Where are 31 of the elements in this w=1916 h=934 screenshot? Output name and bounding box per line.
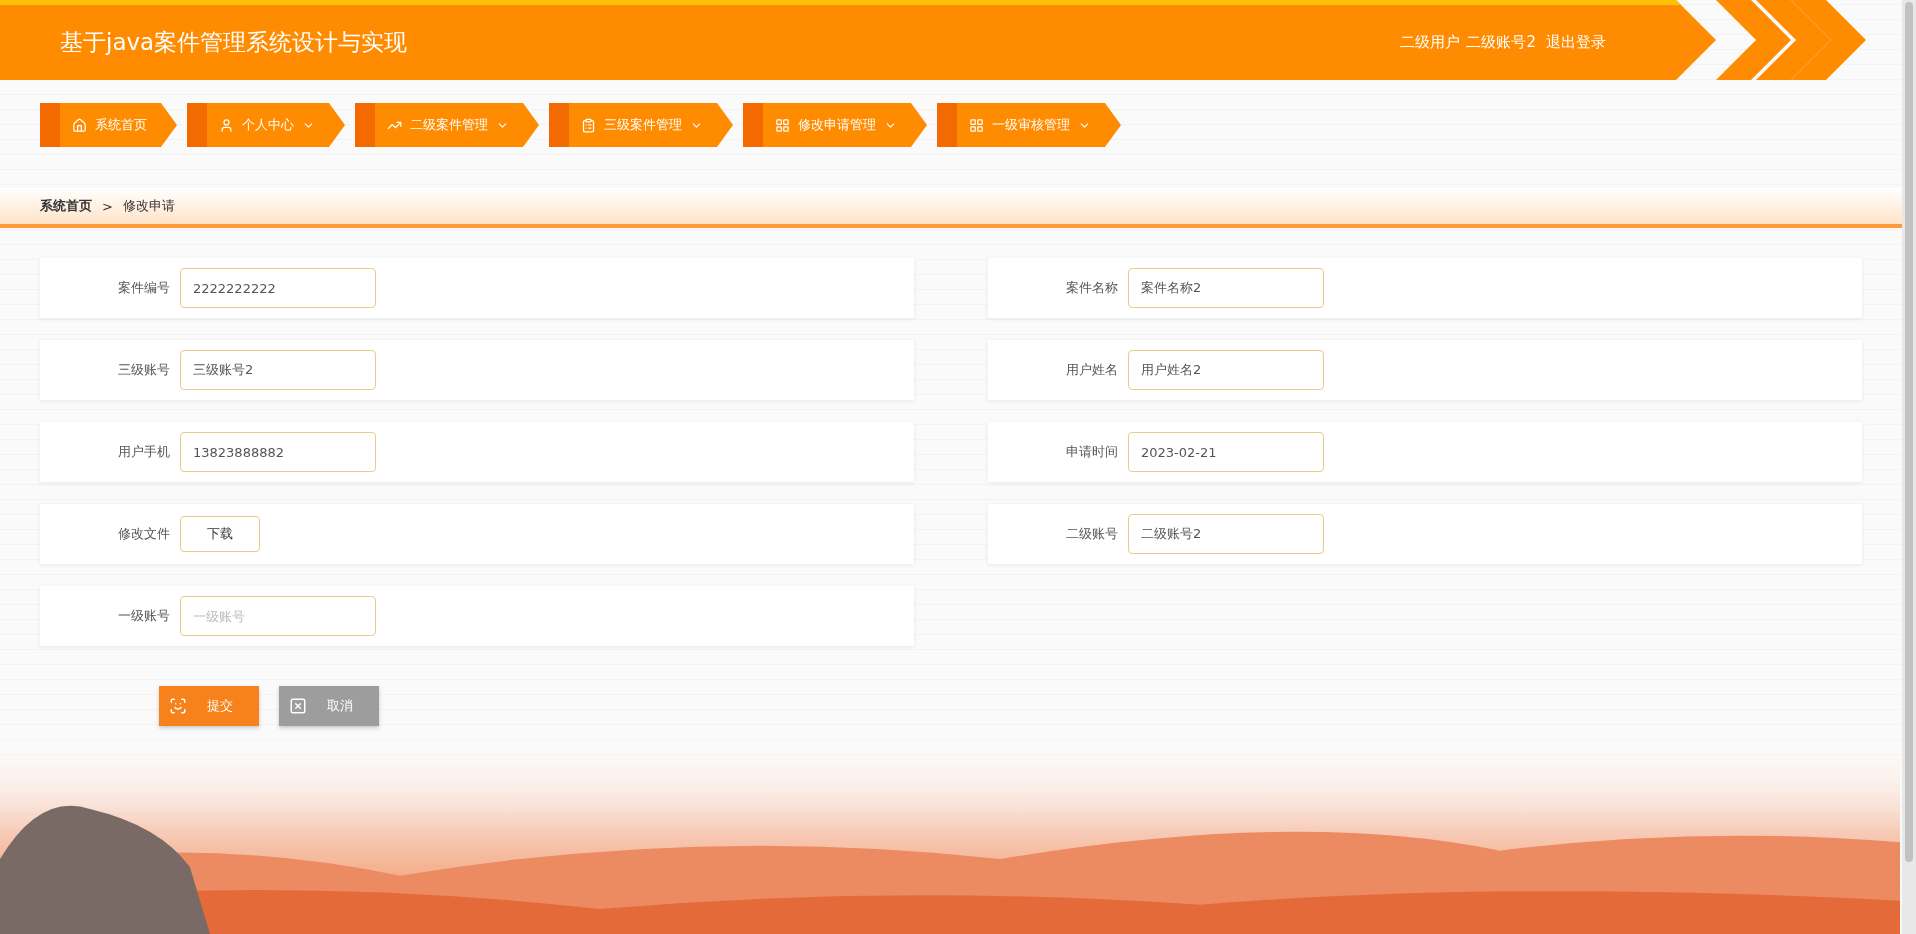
breadcrumb-current: 修改申请 — [122, 197, 175, 215]
clipboard-icon — [581, 117, 596, 133]
close-icon — [289, 697, 307, 715]
input-field[interactable]: 用户姓名2 — [1128, 350, 1324, 390]
breadcrumb-link[interactable]: 系统首页 — [40, 197, 92, 215]
breadcrumb-separator: > — [102, 198, 113, 214]
field-label: 案件编号 — [117, 279, 171, 297]
field-label: 用户姓名 — [1065, 361, 1119, 379]
input-field[interactable]: 2222222222 — [180, 268, 376, 308]
system-title: 基于java案件管理系统设计与实现 — [60, 28, 409, 57]
grid-icon — [969, 117, 984, 133]
input-field[interactable]: 2023-02-21 — [1128, 432, 1324, 472]
download-button[interactable]: 下载 — [180, 516, 260, 552]
grid-icon — [775, 117, 790, 133]
input-field[interactable]: 13823888882 — [180, 432, 376, 472]
home-icon — [72, 117, 87, 133]
field-label: 用户手机 — [117, 443, 171, 461]
field-label: 修改文件 — [117, 525, 171, 543]
input-field[interactable]: 三级账号2 — [180, 350, 376, 390]
input-field[interactable]: 案件名称2 — [1128, 268, 1324, 308]
user-icon — [219, 117, 234, 133]
field-label: 申请时间 — [1065, 443, 1119, 461]
field-label: 三级账号 — [117, 361, 171, 379]
chevron-decoration-icon — [1716, 0, 1866, 80]
scan-icon — [169, 697, 187, 715]
user-role: 二级用户 — [1400, 33, 1461, 52]
field-label: 二级账号 — [1065, 525, 1119, 543]
username: 二级账号2 — [1466, 33, 1536, 52]
field-label: 案件名称 — [1065, 279, 1119, 297]
field-label: 一级账号 — [117, 607, 171, 625]
input-field[interactable]: 二级账号2 — [1128, 514, 1324, 554]
